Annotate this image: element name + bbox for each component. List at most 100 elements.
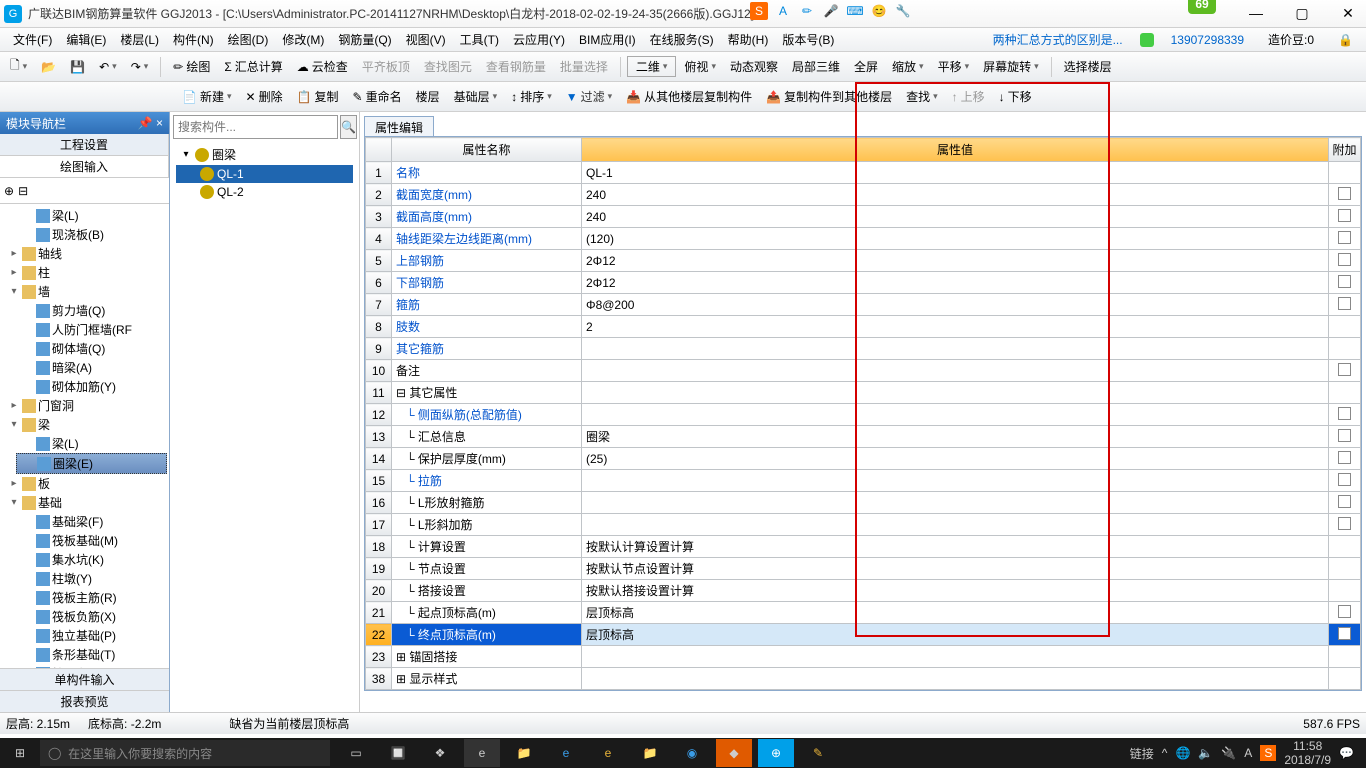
copy-to-button[interactable]: 📤 复制构件到其他楼层 — [760, 86, 898, 107]
tree-node[interactable]: 梁(L) — [16, 206, 167, 225]
table-row[interactable]: 3 截面高度(mm) 240 — [366, 206, 1361, 228]
taskbar-search[interactable]: ◯ 在这里输入你要搜索的内容 — [40, 740, 330, 766]
ime-icon[interactable]: A — [774, 2, 792, 20]
app-icon[interactable]: e — [590, 739, 626, 767]
account-number[interactable]: 13907298339 — [1164, 33, 1251, 47]
link-text[interactable]: 链接 — [1130, 745, 1154, 762]
app-icon[interactable]: e — [548, 739, 584, 767]
checkbox[interactable] — [1338, 495, 1351, 508]
tree-node[interactable]: 集水坑(K) — [16, 550, 167, 569]
menu-version[interactable]: 版本号(B) — [775, 31, 841, 48]
search-button[interactable]: 查找 ▾ — [900, 86, 944, 107]
table-row[interactable]: 13 └ 汇总信息 圈梁 — [366, 426, 1361, 448]
table-row[interactable]: 14 └ 保护层厚度(mm) (25) — [366, 448, 1361, 470]
rename-button[interactable]: ✎ 重命名 — [347, 86, 408, 107]
menu-view[interactable]: 视图(V) — [399, 31, 453, 48]
table-row[interactable]: 12 └ 侧面纵筋(总配筋值) — [366, 404, 1361, 426]
sort-button[interactable]: ↕ 排序 ▾ — [505, 86, 558, 107]
tree-node[interactable]: 筏板基础(M) — [16, 531, 167, 550]
property-edit-tab[interactable]: 属性编辑 — [364, 116, 434, 138]
table-row[interactable]: 21 └ 起点顶标高(m) 层顶标高 — [366, 602, 1361, 624]
checkbox[interactable] — [1338, 253, 1351, 266]
ime-icon[interactable]: 🔧 — [894, 2, 912, 20]
task-view-icon[interactable]: ▭ — [338, 739, 374, 767]
sum-button[interactable]: Σ 汇总计算 — [218, 56, 288, 77]
pan-button[interactable]: 平移 ▾ — [932, 56, 976, 77]
app-icon[interactable]: 📁 — [506, 739, 542, 767]
tray-icon[interactable]: 🌐 — [1175, 746, 1190, 760]
menu-tool[interactable]: 工具(T) — [453, 31, 506, 48]
draw-button[interactable]: ✏ 绘图 — [167, 56, 216, 77]
app-icon[interactable]: ⊕ — [758, 739, 794, 767]
app-icon[interactable]: 🔲 — [380, 739, 416, 767]
move-down-button[interactable]: ↓ 下移 — [993, 86, 1038, 107]
tree-node[interactable]: ▸轴线 — [2, 244, 167, 263]
table-row[interactable]: 7 箍筋 Φ8@200 — [366, 294, 1361, 316]
filter-button[interactable]: ▼ 过滤 ▾ — [560, 86, 618, 107]
batch-select-button[interactable]: 批量选择 — [554, 56, 614, 77]
ime-icon[interactable]: ⌨ — [846, 2, 864, 20]
close-icon[interactable]: × — [156, 116, 163, 130]
component-tree[interactable]: 梁(L)现浇板(B)▸轴线▸柱▾墙剪力墙(Q)人防门框墙(RF砌体墙(Q)暗梁(… — [0, 204, 169, 668]
checkbox[interactable] — [1338, 209, 1351, 222]
table-row[interactable]: 4 轴线距梁左边线距离(mm) (120) — [366, 228, 1361, 250]
zoom-button[interactable]: 缩放 ▾ — [886, 56, 930, 77]
tree-node[interactable]: 筏板负筋(X) — [16, 607, 167, 626]
tray-icon[interactable]: 🔈 — [1198, 746, 1213, 760]
tree-node[interactable]: 暗梁(A) — [16, 358, 167, 377]
table-row[interactable]: 17 └ L形斜加筋 — [366, 514, 1361, 536]
tree-node[interactable]: 条形基础(T) — [16, 645, 167, 664]
table-row[interactable]: 2 截面宽度(mm) 240 — [366, 184, 1361, 206]
table-row[interactable]: 16 └ L形放射箍筋 — [366, 492, 1361, 514]
open-icon[interactable]: 📂 — [35, 58, 62, 76]
copy-from-button[interactable]: 📥 从其他楼层复制构件 — [620, 86, 758, 107]
lock-icon[interactable]: 🔒 — [1331, 33, 1360, 47]
new-icon[interactable]: 🗋▾ — [4, 54, 33, 79]
tree-node[interactable]: 圈梁(E) — [16, 453, 167, 474]
close-icon[interactable]: ✕ — [1334, 5, 1362, 22]
tree-node[interactable]: 人防门框墙(RF — [16, 320, 167, 339]
table-row[interactable]: 19 └ 节点设置 按默认节点设置计算 — [366, 558, 1361, 580]
collapse-icon[interactable]: ⊟ — [18, 184, 28, 198]
notification-icon[interactable]: 💬 — [1339, 746, 1354, 760]
local3d-button[interactable]: 局部三维 — [786, 56, 846, 77]
menu-edit[interactable]: 编辑(E) — [59, 31, 113, 48]
menu-floor[interactable]: 楼层(L) — [113, 31, 166, 48]
find-button[interactable]: 查找图元 — [418, 56, 478, 77]
table-row[interactable]: 1 名称 QL-1 — [366, 162, 1361, 184]
tree-node[interactable]: ▸门窗洞 — [2, 396, 167, 415]
property-table[interactable]: 属性名称 属性值 附加 1 名称 QL-1 2 截面宽度(mm) 240 3 截… — [365, 137, 1361, 690]
search-button[interactable]: 🔍 — [340, 115, 357, 139]
start-button[interactable]: ⊞ — [0, 746, 40, 760]
menu-bim[interactable]: BIM应用(I) — [572, 31, 643, 48]
checkbox[interactable] — [1338, 605, 1351, 618]
checkbox[interactable] — [1338, 473, 1351, 486]
table-row[interactable]: 5 上部钢筋 2Φ12 — [366, 250, 1361, 272]
menu-help[interactable]: 帮助(H) — [721, 31, 776, 48]
ime-icon[interactable]: 🎤 — [822, 2, 840, 20]
clock-time[interactable]: 11:58 — [1284, 739, 1331, 753]
table-row[interactable]: 20 └ 搭接设置 按默认搭接设置计算 — [366, 580, 1361, 602]
checkbox[interactable] — [1338, 275, 1351, 288]
delete-button[interactable]: ✕ 删除 — [240, 86, 289, 107]
app-icon[interactable]: ❖ — [422, 739, 458, 767]
app-icon[interactable]: ◆ — [716, 739, 752, 767]
fullscreen-button[interactable]: 全屏 — [848, 56, 884, 77]
tree-node[interactable]: 梁(L) — [16, 434, 167, 453]
tree-node[interactable]: ▾墙 — [2, 282, 167, 301]
tray-icon[interactable]: ^ — [1162, 746, 1168, 760]
tree-node[interactable]: 剪力墙(Q) — [16, 301, 167, 320]
ime-icon[interactable]: 😊 — [870, 2, 888, 20]
tab-drawing[interactable]: 绘图输入 — [0, 156, 169, 177]
component-list[interactable]: ▾圈梁QL-1QL-2 — [170, 142, 359, 203]
tray-icon[interactable]: S — [1260, 745, 1276, 761]
copy-button[interactable]: 📋 复制 — [291, 86, 345, 107]
menu-cloud[interactable]: 云应用(Y) — [506, 31, 572, 48]
tab-project[interactable]: 工程设置 — [0, 134, 169, 155]
table-row[interactable]: 10 备注 — [366, 360, 1361, 382]
tree-node[interactable]: 独立基础(P) — [16, 626, 167, 645]
menu-online[interactable]: 在线服务(S) — [643, 31, 721, 48]
list-item[interactable]: ▾圈梁 — [176, 144, 353, 165]
maximize-icon[interactable]: ▢ — [1288, 5, 1316, 22]
move-up-button[interactable]: ↑ 上移 — [946, 86, 991, 107]
